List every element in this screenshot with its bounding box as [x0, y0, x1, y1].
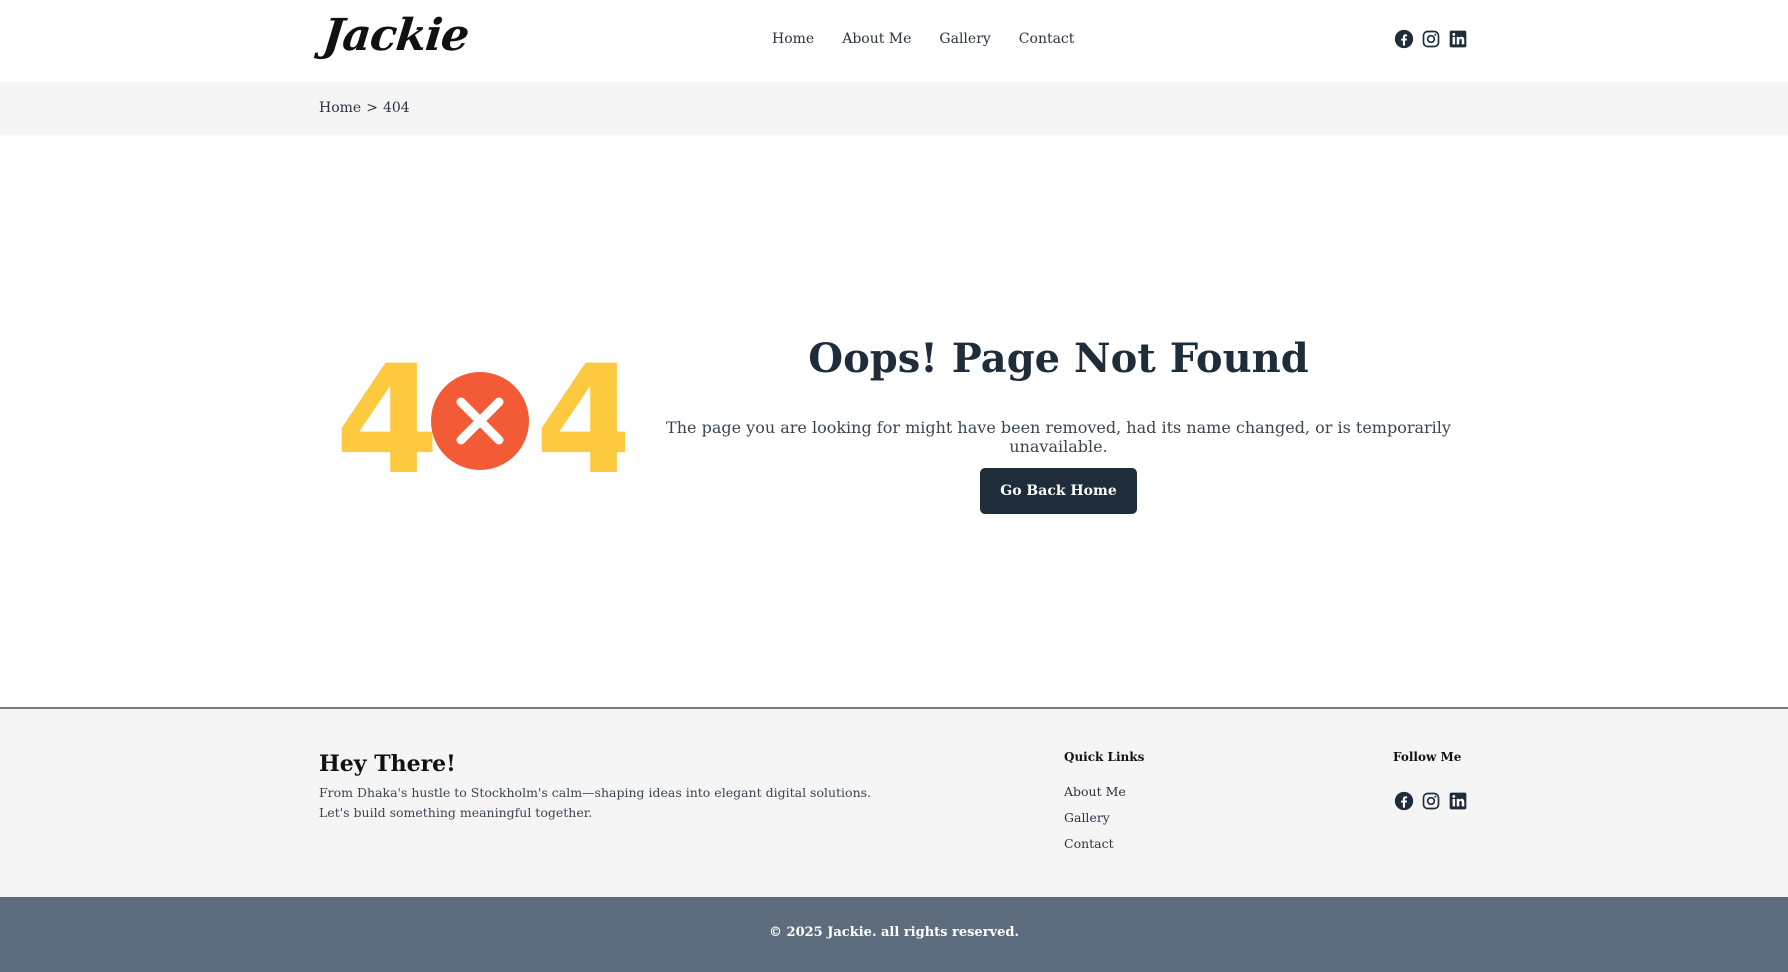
- facebook-icon[interactable]: [1394, 29, 1414, 49]
- error-description: The page you are looking for might have …: [666, 418, 1451, 456]
- breadcrumb-current: 404: [382, 100, 410, 116]
- go-back-home-button[interactable]: Go Back Home: [980, 468, 1137, 514]
- footer-link-about-me[interactable]: About Me: [1064, 783, 1126, 801]
- site-header: Jackie Home About Me Gallery Contact: [0, 0, 1788, 82]
- footer-about-line-2: Let's build something meaningful togethe…: [319, 805, 593, 820]
- breadcrumb: Home > 404: [319, 100, 410, 116]
- 404-illustration: 4 4: [335, 350, 625, 485]
- instagram-icon[interactable]: [1421, 791, 1441, 811]
- linkedin-icon[interactable]: [1448, 791, 1468, 811]
- breadcrumb-bar: Home > 404: [0, 82, 1788, 135]
- breadcrumb-separator: >: [366, 100, 378, 116]
- footer-about-line-1: From Dhaka's hustle to Stockholm's calm—…: [319, 785, 872, 800]
- header-social-links: [1394, 29, 1468, 49]
- nav-gallery[interactable]: Gallery: [939, 31, 990, 47]
- footer-about-text: From Dhaka's hustle to Stockholm's calm—…: [319, 783, 872, 823]
- error-x-icon: [431, 372, 529, 470]
- page-title: Oops! Page Not Found: [808, 335, 1309, 382]
- footer-title: Hey There!: [319, 751, 456, 777]
- site-logo[interactable]: Jackie: [320, 10, 471, 61]
- copyright-bar: © 2025 Jackie. all rights reserved.: [0, 897, 1788, 972]
- instagram-icon[interactable]: [1421, 29, 1441, 49]
- nav-home[interactable]: Home: [772, 31, 814, 47]
- footer-link-contact[interactable]: Contact: [1064, 835, 1126, 853]
- linkedin-icon[interactable]: [1448, 29, 1468, 49]
- digit-four-right: 4: [535, 350, 625, 485]
- facebook-icon[interactable]: [1394, 791, 1414, 811]
- follow-me-heading: Follow Me: [1393, 750, 1462, 764]
- footer-link-gallery[interactable]: Gallery: [1064, 809, 1126, 827]
- copyright-text: © 2025 Jackie. all rights reserved.: [769, 925, 1019, 940]
- site-footer: Hey There! From Dhaka's hustle to Stockh…: [0, 707, 1788, 897]
- footer-social-links: [1394, 791, 1468, 811]
- nav-about-me[interactable]: About Me: [842, 31, 911, 47]
- quick-links-list: About Me Gallery Contact: [1064, 783, 1126, 853]
- digit-four-left: 4: [335, 350, 439, 485]
- main-nav: Home About Me Gallery Contact: [772, 31, 1102, 47]
- breadcrumb-home[interactable]: Home: [319, 100, 361, 116]
- quick-links-heading: Quick Links: [1064, 750, 1145, 764]
- nav-contact[interactable]: Contact: [1019, 31, 1075, 47]
